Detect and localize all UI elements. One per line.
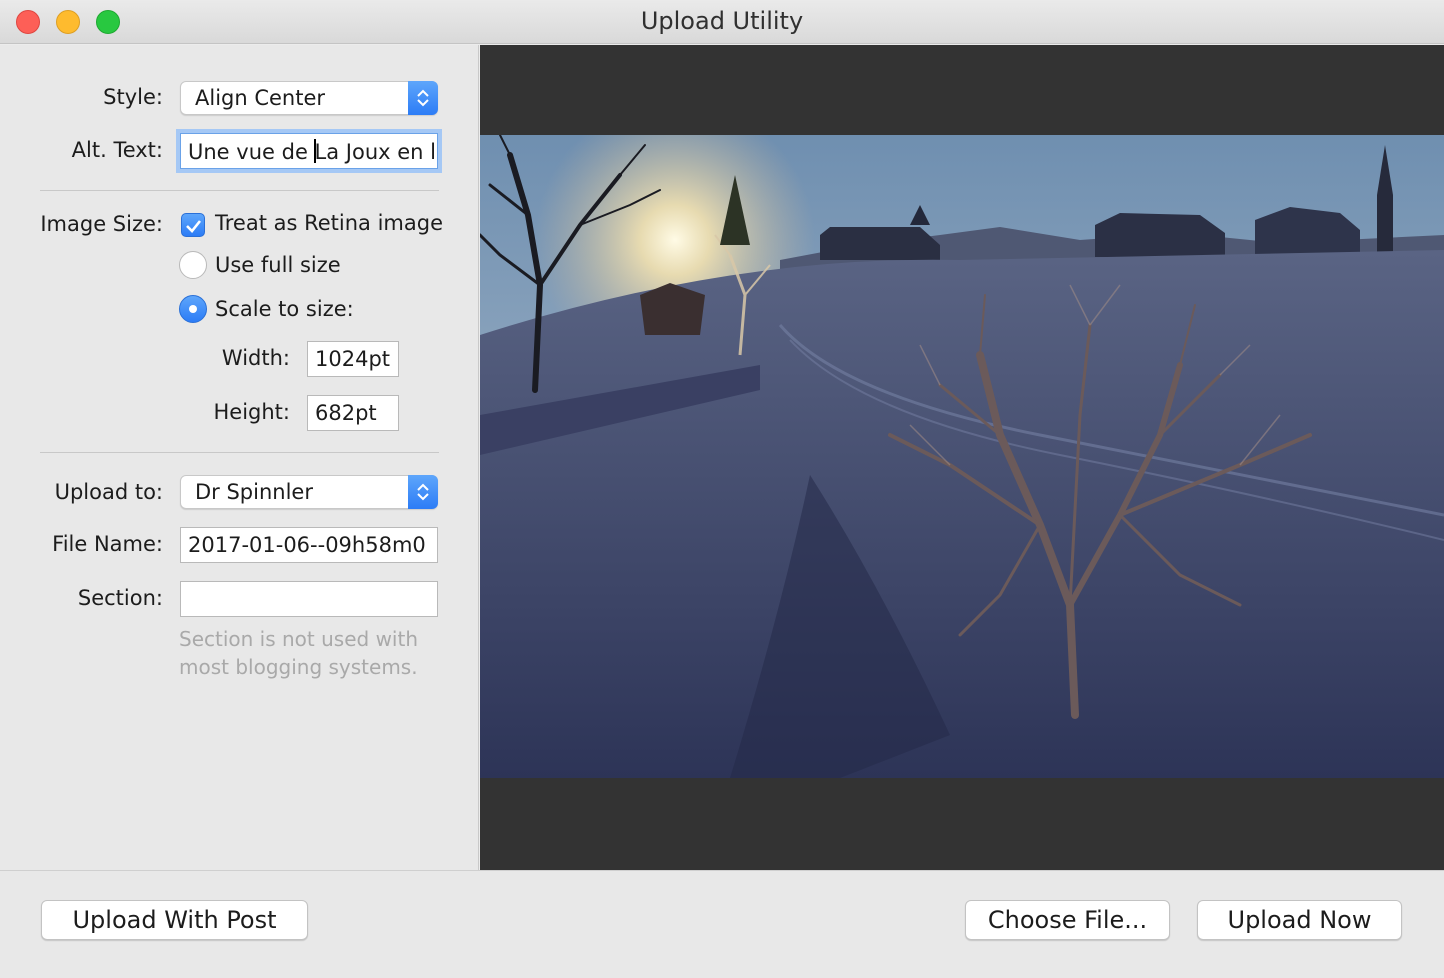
file-name-field[interactable]: 2017-01-06--09h58m0 <box>180 527 438 563</box>
alt-text-before-caret: Une vue de <box>188 140 315 164</box>
checkmark-icon <box>186 220 202 233</box>
style-label: Style: <box>103 85 163 109</box>
popup-arrows-icon <box>408 475 438 509</box>
choose-file-button[interactable]: Choose File... <box>965 900 1170 940</box>
scale-option-label: Scale to size: <box>215 297 354 321</box>
style-popup-value: Align Center <box>195 86 326 110</box>
full-size-radio[interactable] <box>179 251 207 279</box>
scale-to-size-radio[interactable] <box>179 295 207 323</box>
upload-with-post-button[interactable]: Upload With Post <box>41 900 308 940</box>
title-bar: Upload Utility <box>0 0 1444 44</box>
separator <box>40 452 439 453</box>
upload-to-label: Upload to: <box>54 480 163 504</box>
alt-text-after-caret: La Joux en l <box>314 140 436 164</box>
window-title: Upload Utility <box>640 7 804 35</box>
file-name-label: File Name: <box>52 532 163 556</box>
style-popup[interactable]: Align Center <box>180 81 438 115</box>
settings-panel: Style: Align Center Alt. Text: Une vue d… <box>0 45 479 870</box>
preview-image <box>480 135 1444 778</box>
alt-text-field[interactable]: Une vue de La Joux en l <box>180 133 438 169</box>
upload-to-popup-value: Dr Spinnler <box>195 480 313 504</box>
button-bar: Upload With Post Choose File... Upload N… <box>0 870 1444 978</box>
full-size-option-label: Use full size <box>215 253 341 277</box>
width-label: Width: <box>221 346 290 370</box>
width-field[interactable]: 1024pt <box>307 341 399 377</box>
image-preview-area <box>480 45 1444 870</box>
section-label: Section: <box>77 586 163 610</box>
alt-text-label: Alt. Text: <box>71 138 163 162</box>
image-size-label: Image Size: <box>40 212 163 236</box>
separator <box>40 190 439 191</box>
upload-now-button[interactable]: Upload Now <box>1197 900 1402 940</box>
upload-to-popup[interactable]: Dr Spinnler <box>180 475 438 509</box>
retina-option-label: Treat as Retina image <box>215 211 443 235</box>
popup-arrows-icon <box>408 81 438 115</box>
retina-checkbox[interactable] <box>181 213 205 237</box>
section-field[interactable] <box>180 581 438 617</box>
upload-utility-window: Upload Utility Style: Align Center Alt. … <box>0 0 1444 978</box>
height-label: Height: <box>213 400 291 424</box>
section-hint: Section is not used with most blogging s… <box>179 627 418 679</box>
height-field[interactable]: 682pt <box>307 395 399 431</box>
